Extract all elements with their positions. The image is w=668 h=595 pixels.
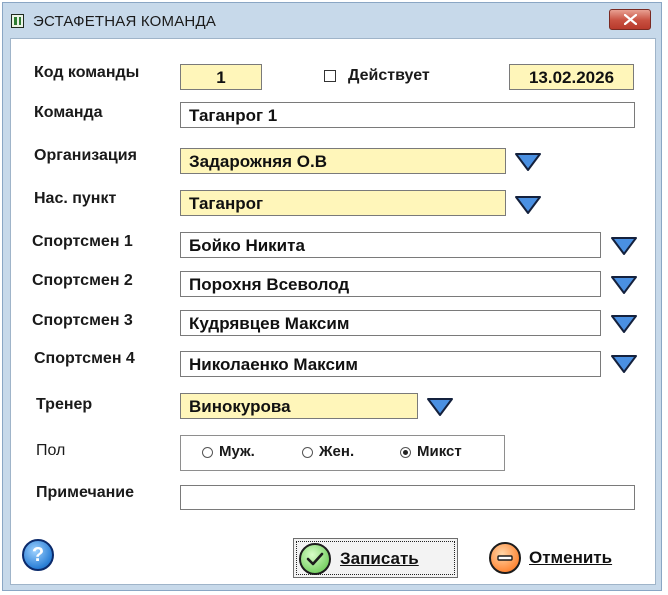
coach-label: Тренер xyxy=(36,396,93,413)
athlete3-field[interactable]: Кудрявцев Максим xyxy=(180,310,601,336)
athlete3-dropdown-icon[interactable] xyxy=(610,313,638,335)
gender-option-mixed: Микст xyxy=(417,443,462,460)
organization-field[interactable]: Задарожняя О.В xyxy=(180,148,506,174)
close-button[interactable] xyxy=(609,9,651,30)
locality-label: Нас. пункт xyxy=(34,190,117,207)
gender-label: Пол xyxy=(36,442,66,459)
athlete4-field[interactable]: Николаенко Максим xyxy=(180,351,601,377)
coach-dropdown-icon[interactable] xyxy=(426,396,454,418)
cancel-button-label: Отменить xyxy=(529,548,613,567)
athlete1-field[interactable]: Бойко Никита xyxy=(180,232,601,258)
organization-dropdown-icon[interactable] xyxy=(514,151,542,173)
save-button-label: Записать xyxy=(340,549,419,568)
team-code-field[interactable]: 1 xyxy=(180,64,262,90)
gender-radio-mixed[interactable] xyxy=(400,447,411,458)
locality-field[interactable]: Таганрог xyxy=(180,190,506,216)
save-button[interactable]: Записать xyxy=(293,538,458,578)
athlete2-field[interactable]: Порохня Всеволод xyxy=(180,271,601,297)
gender-radio-male[interactable] xyxy=(202,447,213,458)
athlete1-label: Спортсмен 1 xyxy=(32,233,133,250)
athlete4-dropdown-icon[interactable] xyxy=(610,353,638,375)
active-label: Действует xyxy=(348,67,430,84)
active-checkbox[interactable] xyxy=(324,70,336,82)
window-title: ЭСТАФЕТНАЯ КОМАНДА xyxy=(33,13,217,30)
title-bar[interactable]: ЭСТАФЕТНАЯ КОМАНДА xyxy=(3,3,661,39)
locality-dropdown-icon[interactable] xyxy=(514,194,542,216)
date-field[interactable]: 13.02.2026 xyxy=(509,64,634,90)
coach-field[interactable]: Винокурова xyxy=(180,393,418,419)
gender-radio-female[interactable] xyxy=(302,447,313,458)
organization-label: Организация xyxy=(34,147,137,164)
cancel-button[interactable]: Отменить xyxy=(485,538,640,578)
athlete3-label: Спортсмен 3 xyxy=(32,312,133,329)
app-icon xyxy=(11,14,24,28)
help-button[interactable]: ? xyxy=(22,539,54,571)
gender-option-male: Муж. xyxy=(219,443,255,460)
help-icon: ? xyxy=(31,544,45,566)
gender-option-female: Жен. xyxy=(319,443,355,460)
note-label: Примечание xyxy=(36,484,135,501)
athlete2-dropdown-icon[interactable] xyxy=(610,274,638,296)
gender-radio-group: Муж. Жен. Микст xyxy=(180,435,505,471)
athlete1-dropdown-icon[interactable] xyxy=(610,235,638,257)
athlete2-label: Спортсмен 2 xyxy=(32,272,133,289)
checkmark-icon xyxy=(299,543,331,575)
close-icon xyxy=(624,14,637,25)
note-field[interactable] xyxy=(180,485,635,510)
cancel-icon xyxy=(489,542,521,574)
team-field[interactable]: Таганрог 1 xyxy=(180,102,635,128)
dialog-window: ЭСТАФЕТНАЯ КОМАНДА Код команды 1 Действу… xyxy=(2,2,662,591)
team-code-label: Код команды xyxy=(34,64,140,81)
team-label: Команда xyxy=(34,104,103,121)
form-area: Код команды 1 Действует 13.02.2026 Коман… xyxy=(10,38,656,585)
athlete4-label: Спортсмен 4 xyxy=(34,350,135,367)
